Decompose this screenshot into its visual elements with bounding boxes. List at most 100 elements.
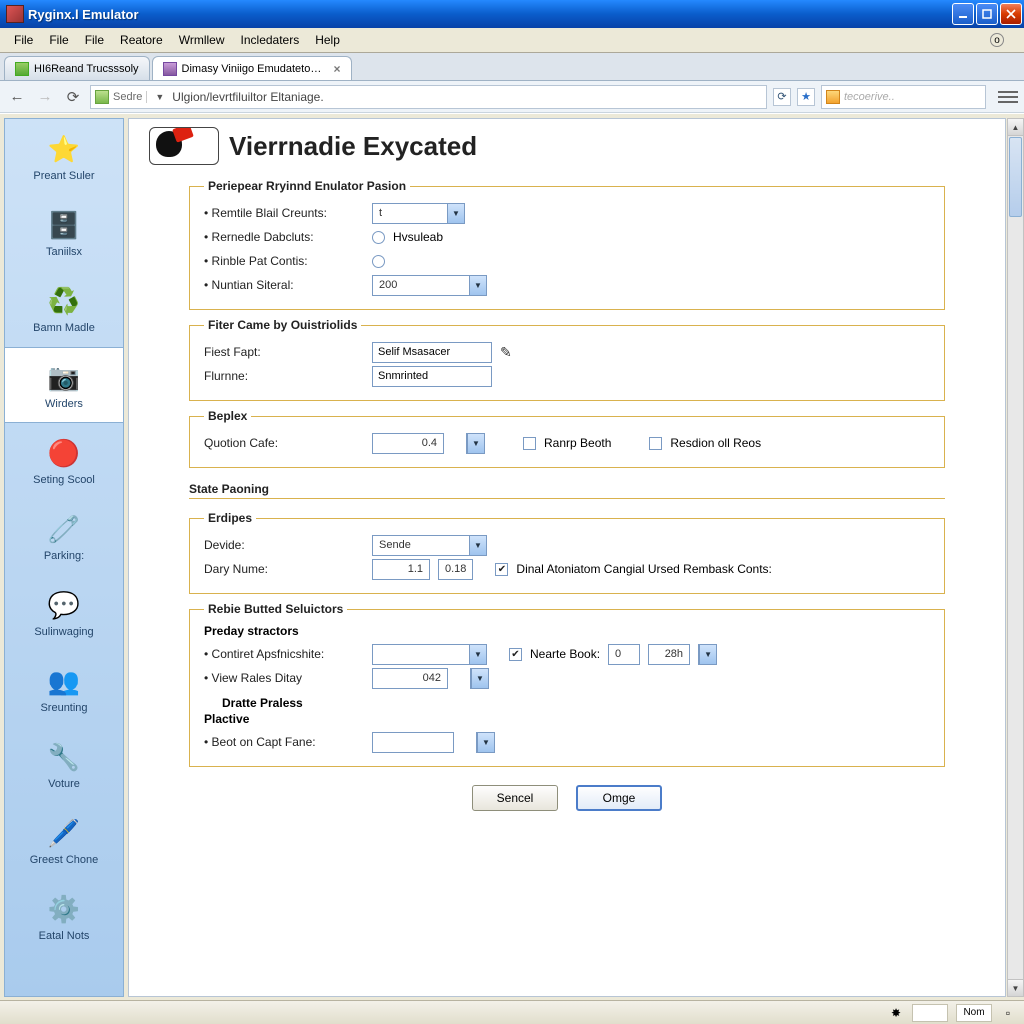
- menu-item[interactable]: Help: [307, 29, 348, 51]
- sidebar-item[interactable]: 👥Sreunting: [5, 651, 123, 727]
- page-header: Vierrnadie Exycated: [129, 119, 1005, 171]
- maximize-button[interactable]: [976, 3, 998, 25]
- sidebar-item-icon: 🧷: [47, 512, 81, 546]
- back-button[interactable]: ←: [6, 86, 28, 108]
- fapt-input[interactable]: [372, 342, 492, 363]
- nearte-b[interactable]: 28h: [648, 644, 690, 665]
- combo-value: t: [373, 207, 447, 219]
- nearte-dd[interactable]: ▼: [698, 644, 717, 665]
- sidebar-item[interactable]: ♻️ Bamn Madle: [5, 271, 123, 347]
- apsfnicshite-combo[interactable]: ▼: [372, 644, 487, 665]
- ditay-dd[interactable]: ▼: [470, 668, 489, 689]
- tab-close-icon[interactable]: ×: [334, 62, 341, 76]
- form-buttons: Sencel Omge: [189, 775, 945, 811]
- captfane-dd[interactable]: ▼: [476, 732, 495, 753]
- tab-active[interactable]: Dimasy Viniigo Emudateton.. ×: [152, 56, 352, 80]
- patcontis-radio[interactable]: [372, 255, 385, 268]
- sidebar-item-label: Bamn Madle: [33, 322, 95, 334]
- sidebar-item-icon: 🖊️: [47, 816, 81, 850]
- hamburger-menu-icon[interactable]: [998, 88, 1018, 106]
- menu-item[interactable]: Wrmllew: [171, 29, 233, 51]
- reos-checkbox[interactable]: [649, 437, 662, 450]
- ok-button[interactable]: Omge: [576, 785, 662, 811]
- sidebar-item[interactable]: 🗄️Taniilsx: [5, 195, 123, 271]
- combo-value: 042: [373, 672, 447, 684]
- title-bar: Ryginx.l Emulator: [0, 0, 1024, 28]
- window-title: Ryginx.l Emulator: [28, 7, 950, 22]
- creunts-combo[interactable]: t▼: [372, 203, 465, 224]
- dinal-checkbox[interactable]: ✔: [495, 563, 508, 576]
- sub-legend: Plactive: [204, 710, 930, 730]
- menu-item[interactable]: Reatore: [112, 29, 171, 51]
- sidebar-item-icon: ♻️: [47, 284, 81, 318]
- sidebar-item-label: Sulinwaging: [34, 626, 93, 638]
- sidebar-item-label: Wirders: [45, 398, 83, 410]
- menu-item[interactable]: File: [6, 29, 41, 51]
- wand-icon[interactable]: ✎: [500, 344, 512, 361]
- tab-inactive[interactable]: HI6Reand Trucsssoly: [4, 56, 150, 80]
- group-legend: Periepear Rryinnd Enulator Pasion: [204, 179, 410, 193]
- sidebar-item[interactable]: 🧷Parking:: [5, 499, 123, 575]
- bookmark-icon[interactable]: ★: [797, 88, 815, 106]
- nearte-a[interactable]: 0: [608, 644, 640, 665]
- sidebar-item[interactable]: 🔧Voture: [5, 727, 123, 803]
- sidebar-item-icon: 🔴: [47, 436, 81, 470]
- vertical-scrollbar[interactable]: ▲ ▼: [1007, 118, 1024, 997]
- field-label: Remtile Blail Creunts:: [204, 206, 364, 220]
- chevron-down-icon[interactable]: ▼: [469, 276, 486, 295]
- menu-item[interactable]: File: [41, 29, 76, 51]
- status-gear-icon[interactable]: ✸: [888, 1005, 904, 1021]
- scroll-track[interactable]: [1008, 218, 1023, 979]
- cancel-button[interactable]: Sencel: [472, 785, 558, 811]
- scroll-thumb[interactable]: [1009, 137, 1022, 217]
- status-zoom-icon[interactable]: ▫: [1000, 1005, 1016, 1021]
- captfane-combo[interactable]: [372, 732, 454, 753]
- address-input[interactable]: Sedre ▼ Ulgion/levrtfiluiltor Eltaniage.: [90, 85, 767, 109]
- scroll-down-icon[interactable]: ▼: [1008, 979, 1023, 996]
- nearte-checkbox[interactable]: ✔: [509, 648, 522, 661]
- sidebar-item[interactable]: 💬Sulinwaging: [5, 575, 123, 651]
- darynume-b[interactable]: 0.18: [438, 559, 473, 580]
- cafe-stepper[interactable]: ▼: [466, 433, 485, 454]
- chevron-down-icon[interactable]: ▼: [467, 434, 484, 453]
- sidebar-item[interactable]: ⭐Preant Suler: [5, 119, 123, 195]
- sidebar-item-label: Eatal Nots: [39, 930, 90, 942]
- cafe-combo[interactable]: 0.4: [372, 433, 444, 454]
- scroll-up-icon[interactable]: ▲: [1008, 119, 1023, 136]
- search-input[interactable]: tecoerive..: [821, 85, 986, 109]
- chevron-down-icon[interactable]: ▼: [477, 733, 494, 752]
- flurnne-input[interactable]: [372, 366, 492, 387]
- chevron-down-icon[interactable]: ▼: [151, 92, 168, 102]
- close-button[interactable]: [1000, 3, 1022, 25]
- sidebar-item[interactable]: 🔴 Seting Scool: [5, 423, 123, 499]
- darynume-a[interactable]: 1.1: [372, 559, 430, 580]
- siteral-combo[interactable]: 200▼: [372, 275, 487, 296]
- section-state-paoning: State Paoning: [189, 480, 945, 499]
- sidebar-item-label: Seting Scool: [33, 474, 95, 486]
- chevron-down-icon[interactable]: ▼: [447, 204, 464, 223]
- dabcluts-radio[interactable]: [372, 231, 385, 244]
- sidebar-item[interactable]: ⚙️Eatal Nots: [5, 879, 123, 955]
- chevron-down-icon[interactable]: ▼: [471, 669, 488, 688]
- chevron-down-icon[interactable]: ▼: [469, 536, 486, 555]
- devide-combo[interactable]: Sende▼: [372, 535, 487, 556]
- chevron-down-icon[interactable]: ▼: [699, 645, 716, 664]
- sidebar-item[interactable]: 📷Wirders: [4, 347, 124, 423]
- chevron-down-icon[interactable]: ▼: [469, 645, 486, 664]
- minimize-button[interactable]: [952, 3, 974, 25]
- reload-button[interactable]: ⟳: [62, 86, 84, 108]
- group-filter-came: Fiter Came by Ouistriolids Fiest Fapt: ✎…: [189, 318, 945, 401]
- group-legend: Erdipes: [204, 511, 256, 525]
- sync-icon[interactable]: ⟳: [773, 88, 791, 106]
- menu-item[interactable]: Incledaters: [233, 29, 308, 51]
- sidebar-item[interactable]: 🖊️Greest Chone: [5, 803, 123, 879]
- page-logo: [149, 127, 219, 165]
- ditay-combo[interactable]: 042: [372, 668, 448, 689]
- menu-item[interactable]: File: [77, 29, 112, 51]
- forward-button[interactable]: →: [34, 86, 56, 108]
- beoth-checkbox[interactable]: [523, 437, 536, 450]
- sub-legend: Preday stractors: [204, 624, 930, 642]
- help-icon[interactable]: o: [990, 33, 1004, 47]
- sidebar-item-icon: 👥: [47, 664, 81, 698]
- tab-label: HI6Reand Trucsssoly: [34, 63, 139, 75]
